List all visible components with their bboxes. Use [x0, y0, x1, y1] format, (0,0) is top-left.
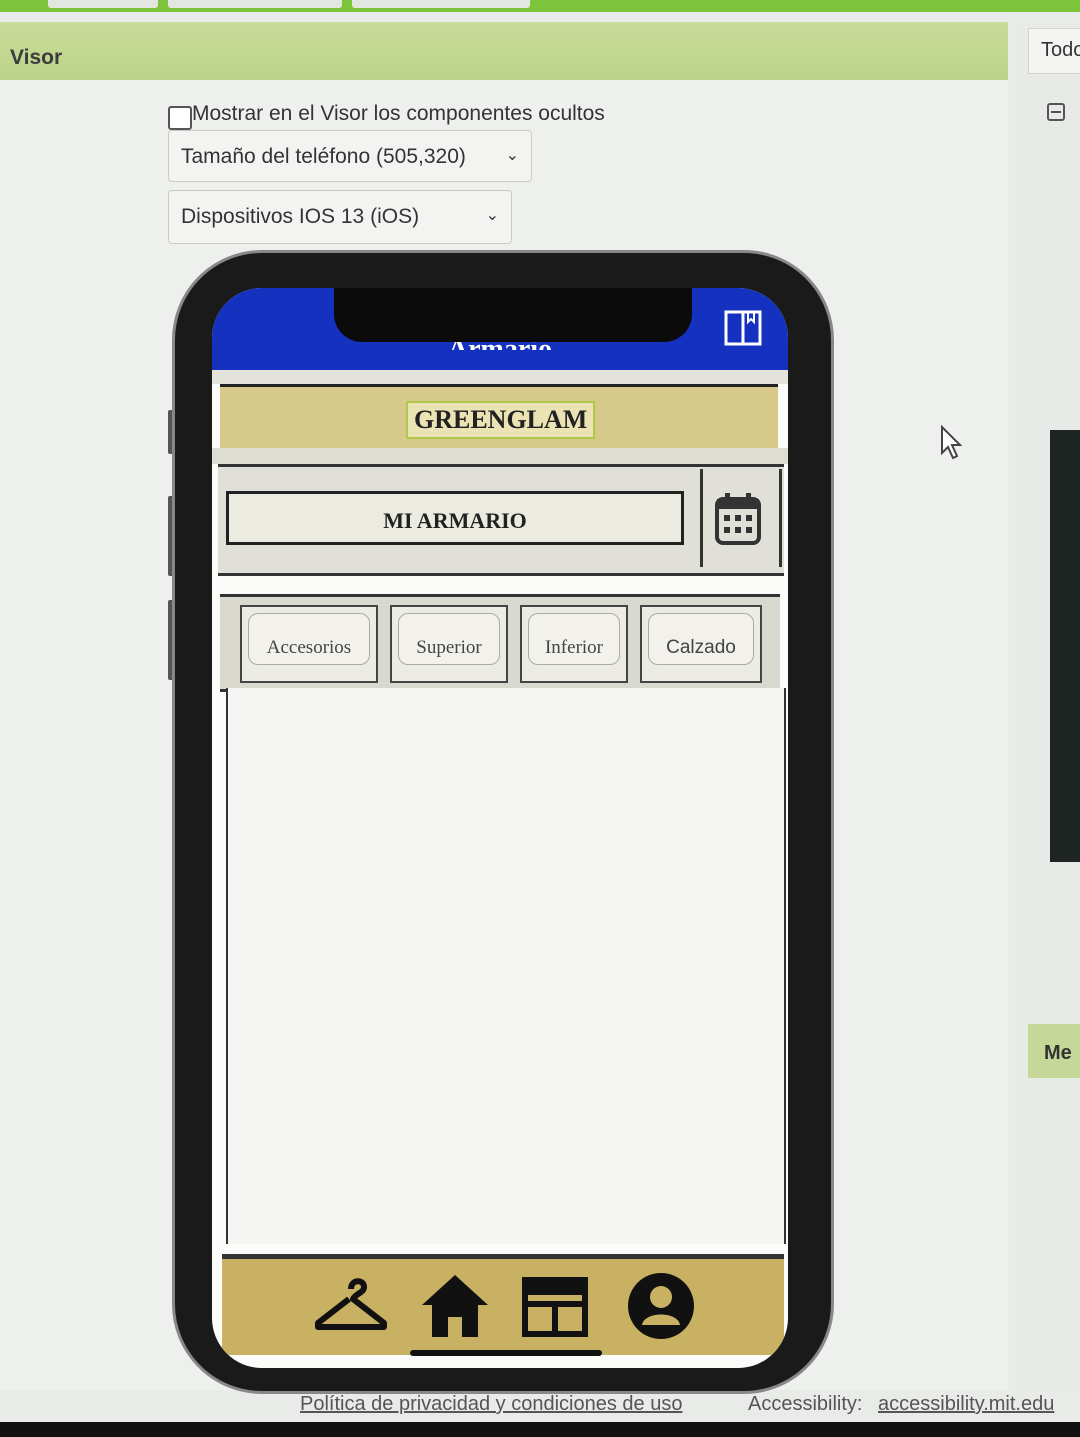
- chevron-down-icon: ⌄: [485, 207, 499, 224]
- mouse-cursor-icon: [940, 424, 964, 466]
- tab-label: Accesorios: [266, 637, 352, 658]
- brand-label: GREENGLAM: [406, 401, 596, 439]
- tab-accesorios[interactable]: Accesorios: [240, 605, 378, 683]
- toolbar-tab[interactable]: [168, 0, 342, 8]
- top-toolbar: [0, 0, 1080, 12]
- mi-armario-button[interactable]: MI ARMARIO: [226, 491, 684, 545]
- mi-armario-label: MI ARMARIO: [383, 508, 527, 533]
- tab-calzado[interactable]: Calzado: [640, 605, 762, 683]
- phone-size-select[interactable]: Tamaño del teléfono (505,320) ⌄: [168, 130, 532, 182]
- device-select[interactable]: Dispositivos IOS 13 (iOS) ⌄: [168, 190, 512, 244]
- book-icon[interactable]: [724, 310, 762, 346]
- phone-notch: [334, 288, 692, 342]
- divider: [212, 370, 788, 384]
- components-header[interactable]: Todo: [1028, 28, 1080, 74]
- toolbar-tab[interactable]: [48, 0, 158, 8]
- active-nav-indicator: [410, 1350, 602, 1356]
- viewer-title: Visor: [10, 46, 63, 69]
- media-header-label: Me: [1044, 1042, 1072, 1064]
- hanger-icon[interactable]: [314, 1271, 388, 1341]
- components-header-label: Todo: [1041, 39, 1080, 61]
- chevron-down-icon: ⌄: [505, 147, 519, 164]
- bottom-nav: [222, 1254, 784, 1355]
- accessibility-link[interactable]: accessibility.mit.edu: [878, 1393, 1054, 1416]
- phone-size-value: Tamaño del teléfono (505,320): [181, 145, 466, 168]
- calendar-button[interactable]: [700, 469, 782, 567]
- media-header[interactable]: Me: [1028, 1024, 1080, 1078]
- user-icon[interactable]: [624, 1271, 698, 1341]
- component-preview: [1050, 430, 1080, 862]
- calendar-board-icon[interactable]: [518, 1271, 592, 1341]
- home-icon[interactable]: [418, 1271, 492, 1341]
- tab-inferior[interactable]: Inferior: [520, 605, 628, 683]
- calendar-icon: [715, 493, 761, 545]
- phone-screen: Armario GREENGLAM MI ARMARIO Accesorios …: [212, 288, 788, 1368]
- wardrobe-content-area: [226, 688, 786, 1244]
- category-tabs: Accesorios Superior Inferior Calzado: [220, 594, 780, 692]
- app-title-bar: Armario: [212, 288, 788, 370]
- tab-superior[interactable]: Superior: [390, 605, 508, 683]
- toolbar-tab[interactable]: [352, 0, 530, 8]
- show-hidden-checkbox[interactable]: [168, 106, 192, 130]
- divider: [212, 448, 788, 464]
- privacy-link[interactable]: Política de privacidad y condiciones de …: [300, 1393, 682, 1416]
- tab-label: Superior: [416, 637, 482, 658]
- tab-label: Inferior: [544, 637, 604, 658]
- accessibility-label: Accessibility:: [748, 1393, 863, 1415]
- show-hidden-label: Mostrar en el Visor los componentes ocul…: [192, 102, 605, 125]
- viewer-header: [0, 22, 1008, 80]
- armario-row: MI ARMARIO: [218, 464, 784, 576]
- screen-edge: [0, 1422, 1080, 1437]
- brand-strip: GREENGLAM: [220, 384, 778, 452]
- device-value: Dispositivos IOS 13 (iOS): [181, 205, 420, 228]
- collapse-icon[interactable]: [1047, 103, 1065, 121]
- tab-label: Calzado: [666, 637, 736, 658]
